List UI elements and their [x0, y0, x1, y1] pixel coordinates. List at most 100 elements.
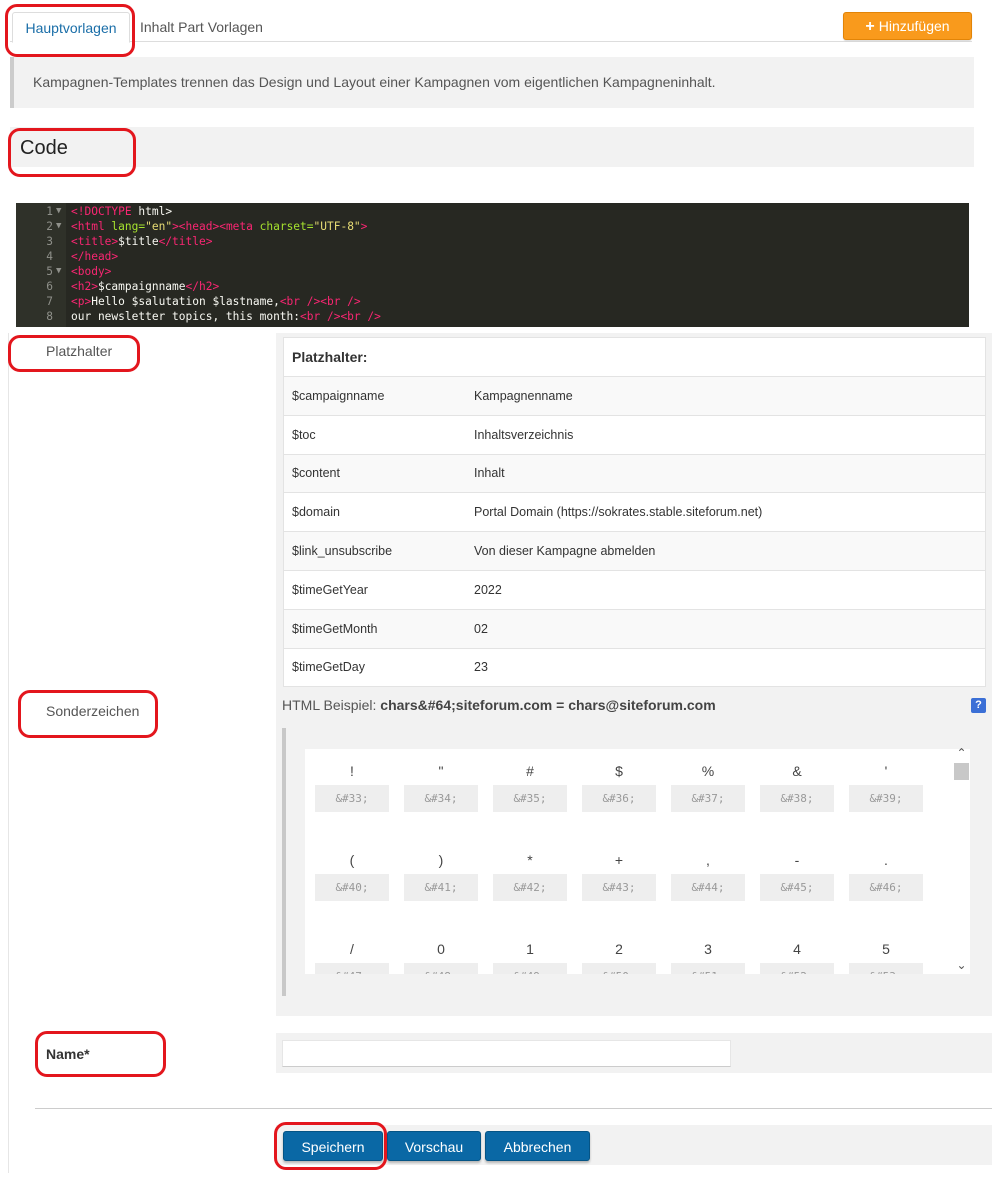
special-chars-scrollbar[interactable]	[953, 749, 970, 974]
tab-hauptvorlagen[interactable]: Hauptvorlagen	[12, 12, 130, 43]
special-char-glyph: #	[526, 763, 534, 779]
help-icon[interactable]: ?	[971, 698, 986, 713]
placeholder-table: Platzhalter: $campaignname Kampagnenname …	[283, 337, 986, 688]
special-char-item[interactable]: (&#40;	[315, 852, 389, 901]
special-char-item[interactable]: / &#47;	[315, 941, 389, 974]
code-line: <!DOCTYPE html>	[71, 205, 173, 218]
special-char-item[interactable]: & &#38;	[760, 763, 834, 812]
special-char-item[interactable]: 1 &#49;	[493, 941, 567, 974]
add-button-label: Hinzufügen	[878, 18, 950, 34]
special-char-item[interactable]: $ &#36;	[582, 763, 656, 812]
table-row: $toc Inhaltsverzeichnis	[284, 414, 985, 454]
fold-arrow-icon[interactable]: ▼	[56, 221, 61, 231]
special-char-item[interactable]: , &#44;	[671, 852, 745, 901]
cancel-button[interactable]: Abbrechen	[485, 1131, 590, 1161]
line-number: 6	[46, 280, 53, 293]
tab-inhalt-part-vorlagen[interactable]: Inhalt Part Vorlagen	[140, 12, 263, 43]
special-char-code[interactable]: &#51;	[671, 963, 745, 974]
special-char-code[interactable]: &#43;	[582, 874, 656, 901]
form-left-border	[8, 333, 9, 1173]
special-char-glyph: &	[792, 763, 802, 779]
special-char-code[interactable]: &#41;	[404, 874, 478, 901]
fold-arrow-icon[interactable]: ▼	[56, 206, 61, 216]
line-number: 1	[46, 205, 53, 218]
line-number: 7	[46, 295, 53, 308]
special-char-code[interactable]: &#50;	[582, 963, 656, 974]
special-char-item[interactable]: 2 &#50;	[582, 941, 656, 974]
add-button[interactable]: + Hinzufügen	[843, 12, 972, 40]
special-char-glyph: 0	[437, 941, 445, 957]
special-char-item[interactable]: + &#43;	[582, 852, 656, 901]
code-line: <body>	[71, 265, 112, 278]
special-char-code[interactable]: &#46;	[849, 874, 923, 901]
name-input[interactable]	[282, 1040, 731, 1067]
code-line: our newsletter topics, this month:<br />…	[71, 310, 381, 323]
form-divider	[35, 1108, 992, 1109]
line-number: 8	[46, 310, 53, 323]
special-char-item[interactable]: " &#34;	[404, 763, 478, 812]
button-row	[276, 1125, 992, 1165]
save-button[interactable]: Speichern	[283, 1131, 383, 1161]
table-row: $timeGetMonth 02	[284, 608, 985, 648]
code-section-header	[10, 127, 974, 167]
code-line: <html lang="en"><head><meta charset="UTF…	[71, 220, 368, 233]
special-char-item[interactable]: ! &#33;	[315, 763, 389, 812]
special-char-item[interactable]: * &#42;	[493, 852, 567, 901]
info-text: Kampagnen-Templates trennen das Design u…	[33, 74, 716, 90]
special-char-code[interactable]: &#40;	[315, 874, 389, 901]
placeholder-rows: $campaignname Kampagnenname $toc Inhaltsve…	[284, 376, 985, 686]
special-char-item[interactable]: 4 &#52;	[760, 941, 834, 974]
line-number: 3	[46, 235, 53, 248]
special-char-code[interactable]: &#45;	[760, 874, 834, 901]
special-char-item[interactable]: # &#35;	[493, 763, 567, 812]
special-char-item[interactable]: ) &#41;	[404, 852, 478, 901]
table-row: $domain Portal Domain (https://sokrates.s…	[284, 492, 985, 531]
special-char-code[interactable]: &#35;	[493, 785, 567, 812]
special-char-code[interactable]: &#53;	[849, 963, 923, 974]
special-char-glyph: .	[884, 852, 888, 868]
special-char-glyph: ,	[706, 852, 710, 868]
special-char-item[interactable]: ' &#39;	[849, 763, 923, 812]
table-row: $timeGetDay 23	[284, 647, 985, 687]
fold-arrow-icon[interactable]: ▼	[56, 266, 61, 276]
special-char-item[interactable]: - &#45;	[760, 852, 834, 901]
special-char-glyph: '	[884, 763, 888, 779]
line-number: 2	[46, 220, 53, 233]
special-char-code[interactable]: &#47;	[315, 963, 389, 974]
special-char-glyph: +	[614, 852, 624, 868]
special-char-item[interactable]: . &#46;	[849, 852, 923, 901]
code-line: </head>	[71, 250, 119, 263]
special-char-code[interactable]: &#39;	[849, 785, 923, 812]
special-char-code[interactable]: &#44;	[671, 874, 745, 901]
scrollbar-thumb[interactable]	[954, 763, 969, 780]
special-char-code[interactable]: &#38;	[760, 785, 834, 812]
special-char-code[interactable]: &#33;	[315, 785, 389, 812]
editor-gutter: 1 ▼ 2 ▼ 3 4 5 ▼ 6 7 8	[16, 203, 66, 327]
special-char-item[interactable]: 5 &#53;	[849, 941, 923, 974]
special-char-code[interactable]: &#42;	[493, 874, 567, 901]
special-char-item[interactable]: 0 &#48;	[404, 941, 478, 974]
name-label: Name*	[46, 1046, 90, 1062]
special-char-code[interactable]: &#36;	[582, 785, 656, 812]
code-editor[interactable]: 1 ▼ 2 ▼ 3 4 5 ▼ 6 7 8 <!DOCTYPE html> <h…	[16, 203, 969, 327]
special-chars-grid: ! &#33; " &#34; # &#35; $ &#36; % &#37; & &#38; ' &#3…	[305, 749, 953, 974]
code-line: <h2>$campaignname</h2>	[71, 280, 220, 293]
special-char-glyph: )	[438, 852, 444, 868]
special-char-code[interactable]: &#34;	[404, 785, 478, 812]
special-char-code[interactable]: &#52;	[760, 963, 834, 974]
special-char-glyph: !	[350, 763, 354, 779]
scroll-up-icon[interactable]: ⌃	[953, 746, 970, 760]
special-char-code[interactable]: &#48;	[404, 963, 478, 974]
special-char-item[interactable]: 3 &#51;	[671, 941, 745, 974]
special-char-item[interactable]: % &#37;	[671, 763, 745, 812]
plus-icon: +	[865, 18, 875, 35]
special-char-code[interactable]: &#49;	[493, 963, 567, 974]
code-line: <p>Hello $salutation $lastname,<br /><br…	[71, 295, 361, 308]
html-example: HTML Beispiel: chars&#64;siteforum.com =…	[282, 697, 716, 713]
placeholder-table-heading: Platzhalter:	[292, 349, 368, 365]
line-number: 4	[46, 250, 53, 263]
preview-button[interactable]: Vorschau	[387, 1131, 481, 1161]
special-char-glyph: 1	[526, 941, 534, 957]
scroll-down-icon[interactable]: ⌄	[953, 958, 970, 972]
special-char-code[interactable]: &#37;	[671, 785, 745, 812]
